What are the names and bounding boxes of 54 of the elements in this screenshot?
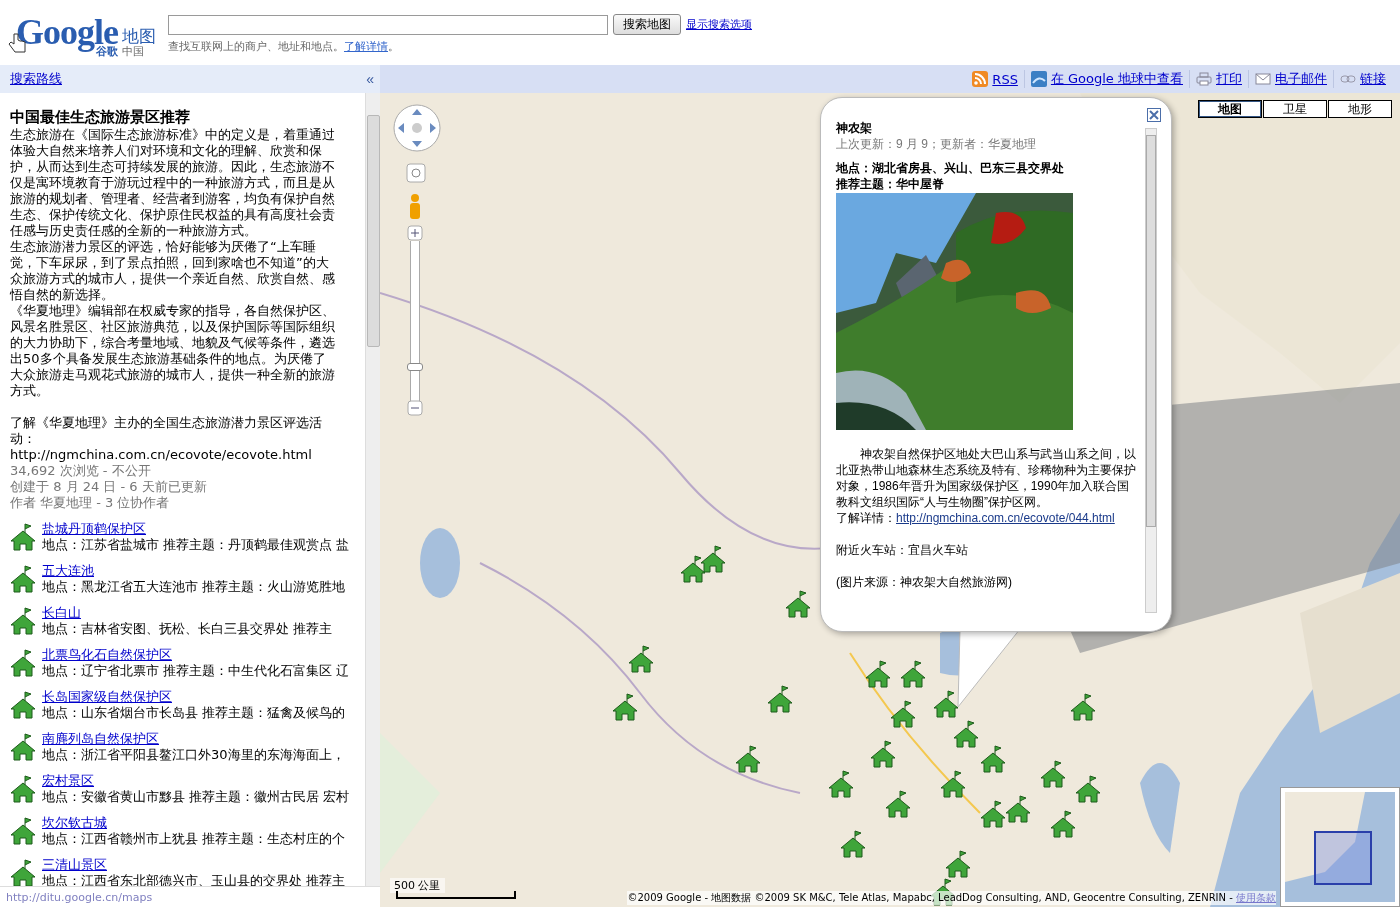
chain-link-icon bbox=[1340, 74, 1356, 84]
house-marker-icon bbox=[10, 817, 36, 845]
place-detail: 地点：山东省烟台市长岛县 推荐主题：猛禽及候鸟的 bbox=[42, 705, 346, 721]
house-marker-icon bbox=[10, 607, 36, 635]
house-marker-icon bbox=[10, 565, 36, 593]
printer-icon bbox=[1196, 72, 1212, 86]
place-link[interactable]: 南麂列岛自然保护区 bbox=[42, 731, 345, 747]
place-link[interactable]: 北票鸟化石自然保护区 bbox=[42, 647, 350, 663]
description-paragraph: 生态旅游潜力景区的评选，恰好能够为厌倦了“上车睡觉，下车尿尿，到了景点拍照，回到家啥也不知道”的大众旅游方式的城市人，提供一个亲近自然、欣赏自然、感悟自然的新选择。 bbox=[10, 239, 336, 303]
search-hint: 查找互联网上的商户、地址和地点。了解详情。 bbox=[168, 39, 400, 54]
search-button[interactable]: 搜索地图 bbox=[613, 14, 681, 35]
house-marker-icon bbox=[10, 775, 36, 803]
toolbar-link[interactable]: 打印 bbox=[1189, 70, 1248, 88]
map-meta-text: 34,692 次浏览 - 不公开 bbox=[10, 463, 152, 479]
place-link[interactable]: 坎尔钦古城 bbox=[42, 815, 346, 831]
description-paragraph: 《华夏地理》编辑部在权威专家的指导，各自然保护区、风景名胜景区、社区旅游典范，以及保护国际等国际组织的大力协助下，综合考量地域、地貌及气候等条件，遴选出50多个具备发展生态旅游基础条件的地点。为厌倦了大众旅游走马观花式旅游的城市人，提供一种全新的旅游方式。 bbox=[10, 303, 336, 399]
map-title: 中国最佳生态旅游景区推荐 bbox=[10, 109, 191, 125]
search-field[interactable] bbox=[168, 14, 608, 35]
scrollbar[interactable] bbox=[365, 93, 380, 886]
place-link[interactable]: 五大连池 bbox=[42, 563, 346, 579]
place-detail: 地点：吉林省安图、抚松、长白三县交界处 推荐主 bbox=[42, 621, 333, 637]
directions-link[interactable]: 搜索路线 bbox=[10, 70, 62, 88]
house-marker-icon bbox=[10, 691, 36, 719]
place-link[interactable]: 三清山景区 bbox=[42, 857, 346, 873]
description-paragraph: 生态旅游在《国际生态旅游标准》中的定义是，着重通过体验大自然来培养人们对环境和文化的理解、欣赏和保护，从而达到生态可持续发展的旅游。因此，生态旅游不仅是寓环境教育于游玩过程中的一种旅游方式，而且是从旅游的规划者、管理者、经营者到游客，均负有保护自然生态、保护传统文化、保护原住民权益的具有高度社会责任感与历史责任感的全新的一种旅游方式。 bbox=[10, 127, 336, 239]
house-marker-icon bbox=[10, 859, 36, 886]
event-info-text: 了解《华夏地理》主办的全国生态旅游潜力景区评选活动：http://ngmchina.com.cn/ecovote/ecovote.html bbox=[10, 415, 323, 463]
place-link[interactable]: 长白山 bbox=[42, 605, 333, 621]
place-detail: 地点：安徽省黄山市黟县 推荐主题：徽州古民居 宏村 bbox=[42, 789, 350, 805]
envelope-icon bbox=[1255, 73, 1271, 85]
place-detail: 地点：江西省赣州市上犹县 推荐主题：生态村庄的个 bbox=[42, 831, 346, 847]
collapse-button[interactable]: « bbox=[366, 71, 374, 87]
house-marker-icon bbox=[10, 733, 36, 761]
place-link[interactable]: 盐城丹顶鹤保护区 bbox=[42, 521, 350, 537]
map-meta-text: 创建于 8 月 24 日 - 6 天前已更新 bbox=[10, 479, 208, 495]
toolbar-link[interactable]: RSS bbox=[966, 71, 1024, 87]
globe-icon bbox=[1030, 71, 1047, 87]
learn-more-link[interactable]: 了解详情 bbox=[344, 40, 388, 53]
house-marker-icon bbox=[10, 523, 36, 551]
map-meta-text: 作者 华夏地理 - 3 位协作者 bbox=[10, 495, 171, 511]
place-link[interactable]: 长岛国家级自然保护区 bbox=[42, 689, 346, 705]
place-detail: 地点：黑龙江省五大连池市 推荐主题：火山游览胜地 bbox=[42, 579, 346, 595]
toolbar-link[interactable]: 链接 bbox=[1333, 70, 1392, 88]
house-marker-icon bbox=[10, 649, 36, 677]
rss-icon bbox=[972, 71, 989, 87]
region-label: 中国 bbox=[122, 46, 145, 59]
place-link[interactable]: 宏村景区 bbox=[42, 773, 350, 789]
toolbar-link[interactable]: 电子邮件 bbox=[1248, 70, 1333, 88]
toolbar-link[interactable]: 在 Google 地球中查看 bbox=[1023, 70, 1189, 88]
place-detail: 地点：浙江省平阳县鳌江口外30海里的东海海面上， bbox=[42, 747, 345, 763]
search-options-link[interactable]: 显示搜索选项 bbox=[686, 17, 752, 32]
place-detail: 地点：江苏省盐城市 推荐主题：丹顶鹤最佳观赏点 盐 bbox=[42, 537, 350, 553]
place-detail: 地点：辽宁省北票市 推荐主题：中生代化石富集区 辽 bbox=[42, 663, 350, 679]
product-name: 地图 bbox=[122, 27, 156, 46]
